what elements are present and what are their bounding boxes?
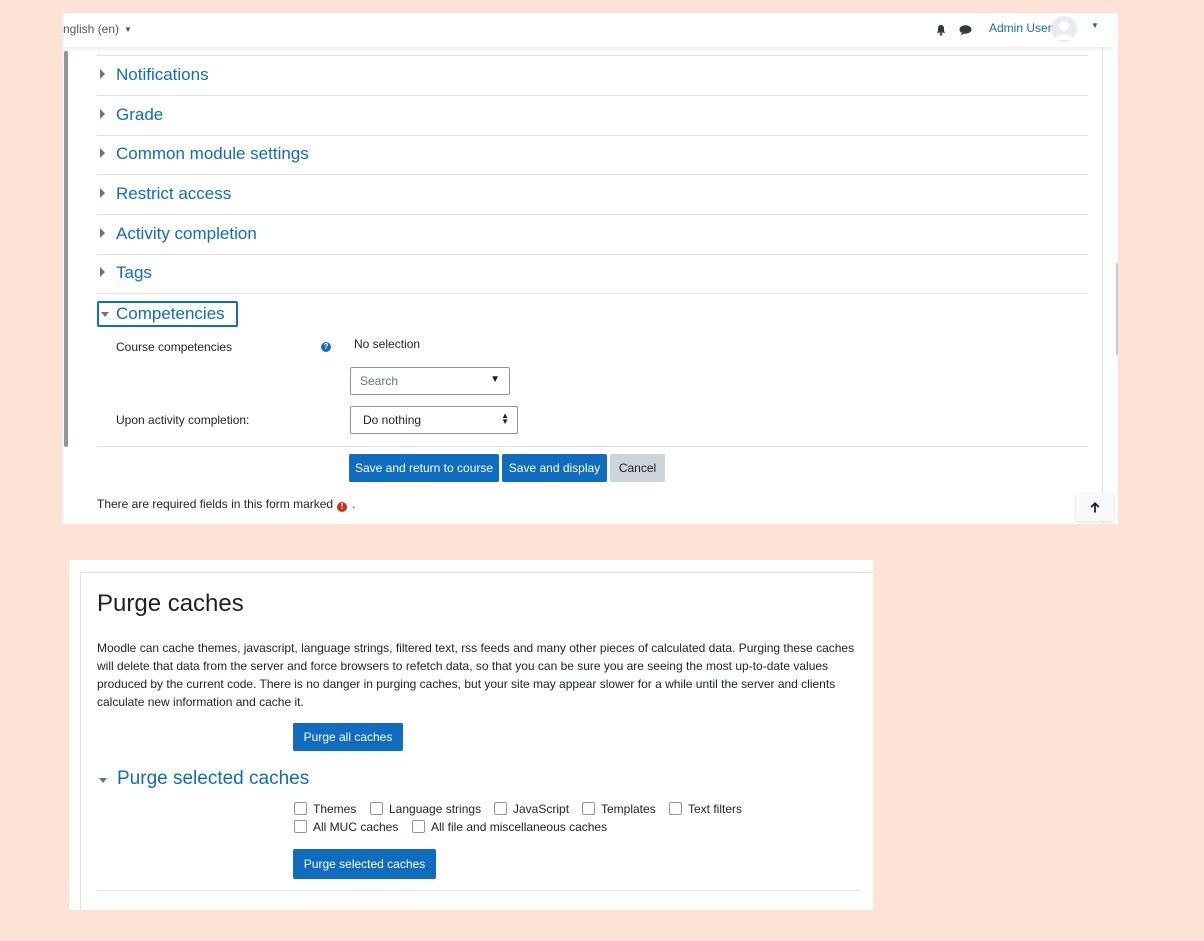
page-description: Moodle can cache themes, javascript, lan… (97, 641, 855, 709)
required-note-period: . (352, 497, 356, 511)
checkbox-label: All MUC caches (313, 820, 399, 834)
divider (97, 446, 1088, 447)
caret-right-icon (100, 148, 105, 158)
caret-right-icon (100, 109, 105, 119)
save-and-return-button[interactable]: Save and return to course (349, 454, 499, 482)
activity-settings-panel: nglish (en) ▼ Admin User ▼ Notifications … (63, 13, 1118, 524)
checkbox[interactable] (370, 802, 383, 815)
card-border (80, 572, 873, 573)
page-title: Purge caches (97, 590, 244, 617)
caret-down-icon (99, 778, 107, 783)
checkbox-label: JavaScript (513, 802, 570, 816)
caret-down-icon (101, 312, 109, 317)
checkbox[interactable] (582, 802, 595, 815)
checkbox[interactable] (669, 802, 682, 815)
section-tags[interactable]: Tags (97, 254, 1088, 294)
section-title[interactable]: Grade (116, 105, 163, 125)
select-value: Do nothing (363, 413, 422, 427)
section-title[interactable]: Common module settings (116, 144, 309, 164)
search-placeholder: Search (360, 374, 399, 388)
avatar[interactable] (1051, 16, 1077, 42)
required-note-text: There are required fields in this form m… (97, 497, 334, 511)
purge-selected-caches-button[interactable]: Purge selected caches (293, 849, 436, 879)
section-title[interactable]: Purge selected caches (117, 768, 309, 790)
caret-right-icon (100, 69, 105, 79)
dropdown-arrow-icon[interactable]: ▼ (490, 374, 500, 385)
section-competencies[interactable]: Competencies (97, 301, 238, 327)
divider (97, 890, 859, 891)
chevron-down-icon: ▼ (124, 25, 132, 34)
purge-all-caches-button[interactable]: Purge all caches (293, 723, 403, 751)
upon-completion-label: Upon activity completion: (116, 413, 250, 427)
select-updown-icon: ▲ ▼ (501, 411, 509, 426)
arrow-up-icon (1090, 502, 1100, 513)
right-scrollbar[interactable] (1116, 263, 1118, 355)
caret-right-icon (100, 228, 105, 238)
competency-search-input[interactable]: Search ▼ (350, 367, 510, 395)
section-restrict-access[interactable]: Restrict access (97, 175, 1088, 215)
checkbox-all-file-caches[interactable]: All file and miscellaneous caches (412, 820, 607, 834)
section-title[interactable]: Notifications (116, 65, 209, 85)
content-border (1102, 47, 1103, 524)
bell-icon[interactable] (935, 23, 947, 36)
language-menu[interactable]: nglish (en) ▼ (63, 22, 132, 36)
checkbox-language-strings[interactable]: Language strings (370, 802, 481, 816)
section-activity-completion[interactable]: Activity completion (97, 215, 1088, 255)
checkbox[interactable] (294, 802, 307, 815)
checkbox-label: Text filters (688, 802, 743, 816)
top-navbar: nglish (en) ▼ Admin User ▼ (63, 13, 1114, 47)
checkbox-label: Templates (601, 802, 656, 816)
upon-completion-select[interactable]: Do nothing ▲ ▼ (350, 406, 518, 434)
purge-caches-panel: Purge caches Moodle can cache themes, ja… (69, 560, 873, 910)
back-to-top-button[interactable] (1076, 493, 1114, 521)
checkbox-text-filters[interactable]: Text filters (669, 802, 742, 816)
checkbox-templates[interactable]: Templates (582, 802, 656, 816)
required-icon: ! (337, 502, 348, 512)
checkbox-javascript[interactable]: JavaScript (494, 802, 569, 816)
required-fields-note: There are required fields in this form m… (97, 497, 355, 512)
caret-right-icon (100, 267, 105, 277)
user-menu-chevron-icon[interactable]: ▼ (1091, 21, 1099, 30)
section-title[interactable]: Competencies (116, 304, 225, 324)
save-and-display-button[interactable]: Save and display (502, 454, 607, 482)
cancel-button[interactable]: Cancel (610, 454, 665, 482)
section-grade[interactable]: Grade (97, 96, 1088, 136)
caret-right-icon (100, 188, 105, 198)
no-selection-text: No selection (354, 337, 421, 351)
checkbox-themes[interactable]: Themes (294, 802, 356, 816)
user-name[interactable]: Admin User (989, 21, 1052, 35)
section-title[interactable]: Restrict access (116, 184, 231, 204)
language-label: nglish (en) (63, 22, 120, 36)
help-icon[interactable]: ? (321, 342, 331, 352)
checkbox[interactable] (494, 802, 507, 815)
chat-bubble-icon[interactable] (959, 23, 972, 36)
checkbox-label: Themes (313, 802, 357, 816)
left-scrollbar[interactable] (64, 51, 68, 447)
checkbox-label: All file and miscellaneous caches (431, 820, 608, 834)
checkbox[interactable] (412, 820, 425, 833)
section-notifications[interactable]: Notifications (97, 56, 1088, 96)
card-border (80, 572, 81, 910)
section-title[interactable]: Tags (116, 263, 152, 283)
section-title[interactable]: Activity completion (116, 224, 257, 244)
checkbox-label: Language strings (389, 802, 482, 816)
course-competencies-label: Course competencies (116, 340, 233, 354)
checkbox[interactable] (294, 820, 307, 833)
section-common-module-settings[interactable]: Common module settings (97, 135, 1088, 175)
checkbox-all-muc-caches[interactable]: All MUC caches (294, 820, 398, 834)
